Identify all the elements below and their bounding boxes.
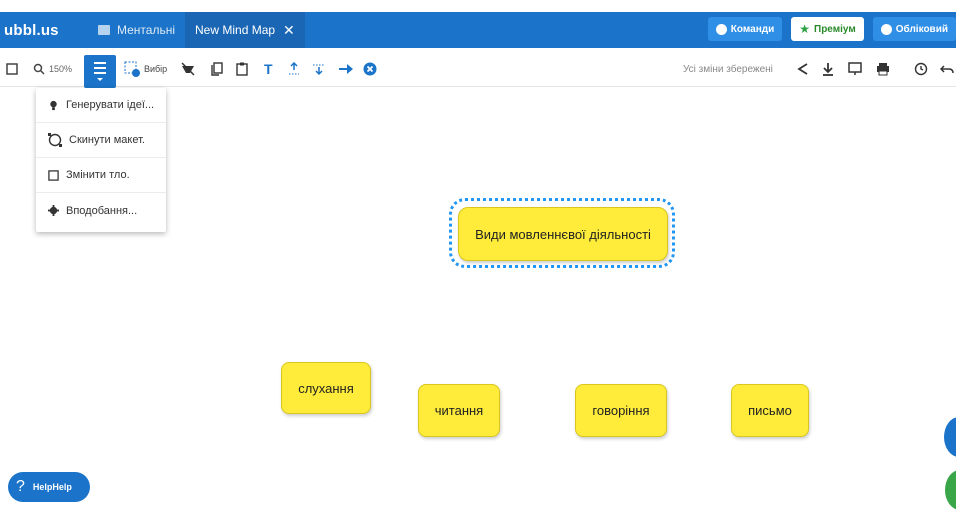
text-format-icon[interactable]: T — [264, 52, 273, 86]
menu-item-label: Скинути макет. — [69, 134, 145, 146]
child-node-reading[interactable]: читання — [418, 384, 500, 437]
add-child-icon[interactable] — [287, 52, 301, 86]
menu-item-label: Змінити тло. — [66, 169, 130, 181]
question-icon: ? — [16, 478, 25, 495]
hide-icon[interactable] — [181, 52, 195, 86]
help-label: HelpHelp — [32, 482, 72, 492]
teams-label: Команди — [730, 23, 775, 35]
paste-icon[interactable] — [236, 52, 248, 86]
gear-icon — [48, 205, 59, 216]
print-icon[interactable] — [876, 52, 890, 86]
star-icon: ★ — [799, 22, 810, 36]
lightbulb-icon — [50, 100, 57, 110]
select-button[interactable]: Вибір — [124, 52, 167, 86]
menu-item-generate-ideas[interactable]: Генерувати ідеї... — [36, 88, 166, 123]
teams-button[interactable]: Команди — [707, 17, 783, 41]
tab-label: New Mind Map — [195, 23, 276, 37]
chevron-down-icon — [97, 78, 103, 81]
tab-current-map[interactable]: New Mind Map ✕ — [185, 12, 305, 48]
chat-button[interactable] — [944, 417, 956, 457]
present-icon[interactable] — [848, 52, 862, 86]
select-label: Вибір — [144, 64, 168, 74]
menu-item-label: Генерувати ідеї... — [66, 99, 155, 111]
menu-item-reset-layout[interactable]: Скинути макет. — [36, 123, 166, 158]
save-status: Усі зміни збережені — [683, 63, 773, 75]
support-button[interactable] — [945, 470, 956, 510]
copy-icon[interactable] — [211, 52, 223, 86]
history-icon[interactable] — [914, 52, 928, 86]
menu-item-label: Вподобання... — [66, 204, 138, 217]
square-icon — [48, 169, 59, 181]
team-icon — [715, 23, 727, 35]
account-button[interactable]: Обліковий — [872, 17, 956, 41]
child-node-speaking[interactable]: говоріння — [575, 384, 667, 437]
delete-icon[interactable] — [363, 52, 377, 86]
toolbar: 150% Вибір T — [0, 52, 956, 87]
app-logo[interactable]: ubbl.us — [0, 22, 88, 39]
layout-reset-icon — [48, 133, 62, 147]
account-label: Обліковий — [895, 23, 948, 35]
root-node[interactable]: Види мовленнєвої діяльності — [458, 207, 668, 261]
premium-button[interactable]: ★ Преміум — [791, 17, 864, 41]
premium-label: Преміум — [814, 23, 856, 35]
tab-label: Ментальні — [117, 23, 176, 37]
folder-icon — [98, 25, 110, 35]
download-icon[interactable] — [822, 52, 834, 86]
select-icon — [124, 61, 140, 77]
main-menu-dropdown: Генерувати ідеї... Скинути макет. Змінит… — [36, 88, 166, 232]
child-node-writing[interactable]: письмо — [731, 384, 809, 437]
help-button[interactable]: ? HelpHelp — [8, 472, 90, 502]
tab-mindmaps[interactable]: Ментальні — [88, 12, 185, 48]
user-icon — [880, 23, 892, 35]
add-sibling-icon[interactable] — [311, 52, 327, 86]
close-icon[interactable]: ✕ — [283, 22, 295, 39]
menu-item-change-background[interactable]: Змінити тло. — [36, 158, 166, 193]
top-header: ubbl.us Ментальні New Mind Map ✕ Команди… — [0, 12, 956, 48]
undo-icon[interactable] — [940, 52, 954, 86]
menu-item-preferences[interactable]: Вподобання... — [36, 193, 166, 228]
menu-button[interactable] — [84, 55, 116, 88]
zoom-icon — [33, 63, 45, 75]
zoom-control[interactable]: 150% — [33, 52, 72, 86]
share-icon[interactable] — [796, 52, 810, 86]
zoom-level: 150% — [49, 64, 73, 74]
connect-arrow-icon[interactable] — [338, 52, 354, 86]
child-node-listening[interactable]: слухання — [281, 362, 371, 414]
fit-icon[interactable] — [6, 52, 18, 86]
menu-icon — [94, 62, 106, 64]
